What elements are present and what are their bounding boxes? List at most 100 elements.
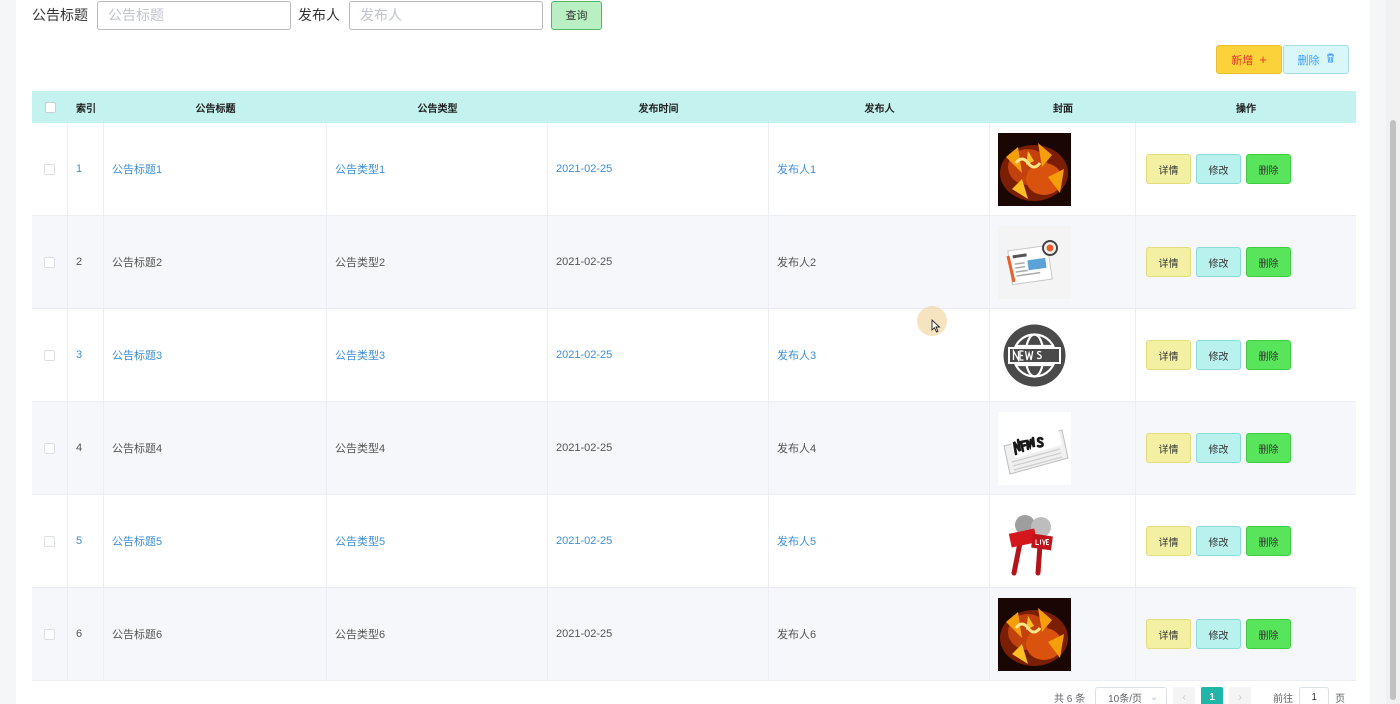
column-header-ops: 操作 bbox=[1236, 103, 1256, 115]
row-index: 6 bbox=[68, 588, 104, 680]
delete-button[interactable]: 删除 bbox=[1246, 619, 1291, 649]
delete-button[interactable]: 删除 bbox=[1246, 340, 1291, 370]
plus-icon: + bbox=[1259, 52, 1267, 67]
publisher-search-input[interactable] bbox=[349, 0, 543, 30]
row-checkbox[interactable] bbox=[44, 349, 55, 361]
column-header-cover: 封面 bbox=[1053, 103, 1073, 115]
row-cover-cell bbox=[990, 309, 1136, 401]
title-search-input[interactable] bbox=[97, 0, 291, 30]
row-checkbox[interactable] bbox=[44, 256, 55, 268]
delete-button[interactable]: 删除 bbox=[1246, 433, 1291, 463]
row-checkbox[interactable] bbox=[44, 442, 55, 454]
page-unit-label: 页 bbox=[1335, 693, 1346, 704]
add-button[interactable]: 新增 + bbox=[1216, 45, 1282, 74]
row-time: 2021-02-25 bbox=[548, 309, 769, 401]
row-checkbox-cell bbox=[32, 123, 68, 215]
column-header-time: 发布时间 bbox=[638, 103, 679, 115]
row-time: 2021-02-25 bbox=[548, 216, 769, 308]
row-checkbox[interactable] bbox=[44, 163, 55, 175]
main-panel: 公告标题 发布人 查询 新增 + 删除 索引 公告标题 公告类型 发布时间 发布… bbox=[16, 0, 1370, 704]
row-publisher: 发布人6 bbox=[769, 588, 990, 680]
row-cover-cell bbox=[990, 402, 1136, 494]
page-size-select[interactable]: 10条/页 ⌄ bbox=[1095, 687, 1168, 704]
row-cover-cell bbox=[990, 123, 1136, 215]
row-ops: 详情 修改 删除 bbox=[1136, 402, 1356, 494]
batch-delete-button[interactable]: 删除 bbox=[1283, 45, 1349, 74]
batch-delete-label: 删除 bbox=[1297, 54, 1320, 67]
detail-button[interactable]: 详情 bbox=[1146, 526, 1191, 556]
pagination: 共 6 条 10条/页 ⌄ ‹ 1 › 前往 1 页 bbox=[1054, 687, 1346, 704]
row-type: 公告类型3 bbox=[327, 309, 548, 401]
row-title: 公告标题6 bbox=[104, 588, 327, 680]
row-publisher: 发布人5 bbox=[769, 495, 990, 587]
next-page-button[interactable]: › bbox=[1229, 687, 1252, 704]
row-type: 公告类型2 bbox=[327, 216, 548, 308]
trash-icon bbox=[1326, 53, 1335, 66]
row-checkbox-cell bbox=[32, 216, 68, 308]
edit-button[interactable]: 修改 bbox=[1196, 247, 1241, 277]
prev-page-button[interactable]: ‹ bbox=[1173, 687, 1196, 704]
edit-button[interactable]: 修改 bbox=[1196, 154, 1241, 184]
row-checkbox[interactable] bbox=[44, 535, 55, 547]
row-cover-cell bbox=[990, 495, 1136, 587]
row-ops: 详情 修改 删除 bbox=[1136, 123, 1356, 215]
goto-page-input[interactable]: 1 bbox=[1299, 687, 1330, 704]
row-cover-cell bbox=[990, 216, 1136, 308]
current-page-button[interactable]: 1 bbox=[1201, 687, 1224, 704]
row-checkbox-cell bbox=[32, 588, 68, 680]
row-type: 公告类型6 bbox=[327, 588, 548, 680]
goto-label: 前往 bbox=[1273, 693, 1294, 704]
row-ops: 详情 修改 删除 bbox=[1136, 588, 1356, 680]
chevron-right-icon: › bbox=[1238, 691, 1242, 703]
row-time: 2021-02-25 bbox=[548, 495, 769, 587]
row-checkbox[interactable] bbox=[44, 628, 55, 640]
detail-button[interactable]: 详情 bbox=[1146, 340, 1191, 370]
newspaper-icon-image bbox=[998, 225, 1071, 299]
row-type: 公告类型1 bbox=[327, 123, 548, 215]
total-count: 共 6 条 bbox=[1054, 693, 1086, 704]
add-button-label: 新增 bbox=[1231, 54, 1254, 67]
row-title: 公告标题5 bbox=[104, 495, 327, 587]
page-size-value: 10条/页 bbox=[1108, 693, 1143, 704]
table-row: 6 公告标题6 公告类型6 2021-02-25 发布人6 详情 修改 删除 bbox=[32, 588, 1356, 681]
query-button[interactable]: 查询 bbox=[551, 0, 602, 30]
row-time: 2021-02-25 bbox=[548, 123, 769, 215]
notice-table: 索引 公告标题 公告类型 发布时间 发布人 封面 操作 1 公告标题1 公告类型… bbox=[32, 91, 1356, 681]
scrollbar-thumb[interactable] bbox=[1390, 120, 1396, 700]
row-title: 公告标题3 bbox=[104, 309, 327, 401]
detail-button[interactable]: 详情 bbox=[1146, 433, 1191, 463]
edit-button[interactable]: 修改 bbox=[1196, 619, 1241, 649]
chevron-left-icon: ‹ bbox=[1182, 691, 1186, 703]
row-publisher: 发布人2 bbox=[769, 216, 990, 308]
detail-button[interactable]: 详情 bbox=[1146, 247, 1191, 277]
edit-button[interactable]: 修改 bbox=[1196, 526, 1241, 556]
fire-money-image bbox=[998, 597, 1071, 671]
edit-button[interactable]: 修改 bbox=[1196, 340, 1241, 370]
row-index: 3 bbox=[68, 309, 104, 401]
row-ops: 详情 修改 删除 bbox=[1136, 495, 1356, 587]
select-all-cell bbox=[32, 91, 68, 123]
mouse-cursor bbox=[917, 306, 947, 336]
chevron-down-icon: ⌄ bbox=[1150, 691, 1159, 703]
delete-button[interactable]: 删除 bbox=[1246, 247, 1291, 277]
row-publisher: 发布人3 bbox=[769, 309, 990, 401]
row-checkbox-cell bbox=[32, 402, 68, 494]
select-all-checkbox[interactable] bbox=[44, 101, 56, 113]
vertical-scrollbar[interactable] bbox=[1386, 0, 1400, 704]
live-microphone-image bbox=[998, 504, 1071, 578]
column-header-type: 公告类型 bbox=[417, 103, 458, 115]
row-checkbox-cell bbox=[32, 309, 68, 401]
delete-button[interactable]: 删除 bbox=[1246, 154, 1291, 184]
table-row: 2 公告标题2 公告类型2 2021-02-25 发布人2 详情 修改 删除 bbox=[32, 216, 1356, 309]
table-row: 5 公告标题5 公告类型5 2021-02-25 发布人5 详情 修改 删除 bbox=[32, 495, 1356, 588]
table-row: 1 公告标题1 公告类型1 2021-02-25 发布人1 详情 修改 删除 bbox=[32, 123, 1356, 216]
edit-button[interactable]: 修改 bbox=[1196, 433, 1241, 463]
row-publisher: 发布人1 bbox=[769, 123, 990, 215]
delete-button[interactable]: 删除 bbox=[1246, 526, 1291, 556]
title-search-label: 公告标题 bbox=[32, 7, 88, 23]
row-ops: 详情 修改 删除 bbox=[1136, 216, 1356, 308]
column-header-index: 索引 bbox=[76, 103, 96, 115]
detail-button[interactable]: 详情 bbox=[1146, 619, 1191, 649]
row-index: 1 bbox=[68, 123, 104, 215]
detail-button[interactable]: 详情 bbox=[1146, 154, 1191, 184]
